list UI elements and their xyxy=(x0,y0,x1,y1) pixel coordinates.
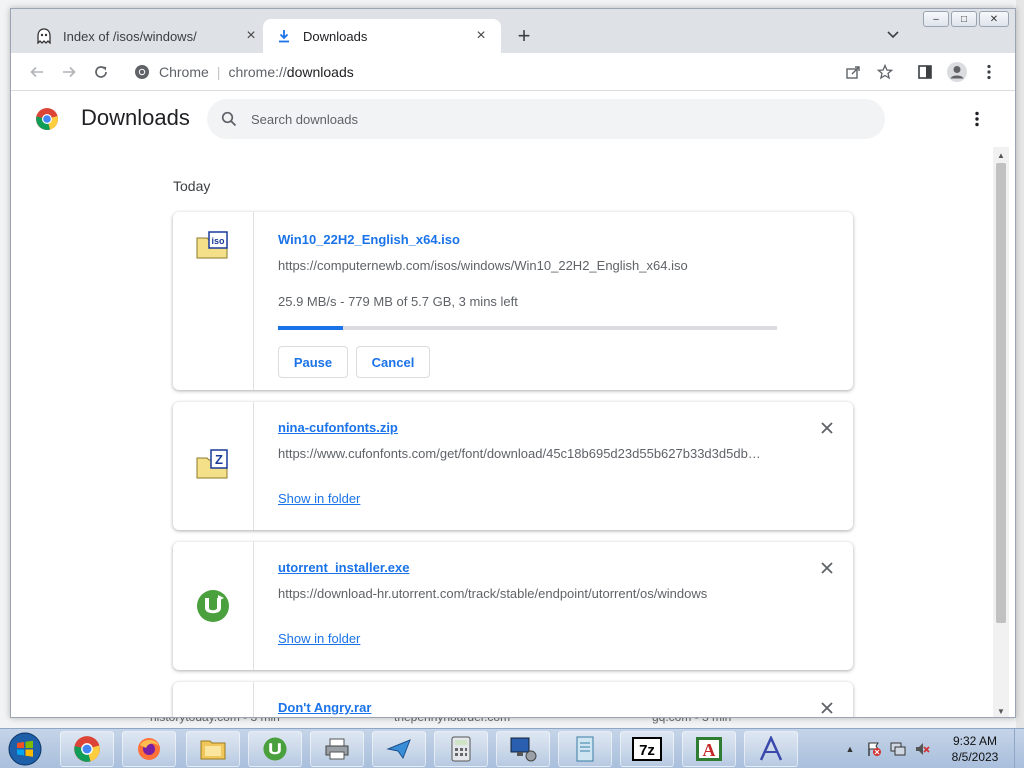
search-icon xyxy=(219,109,239,129)
taskbar: 7z A ▲ 9:32 AM 8/5/2023 xyxy=(0,728,1024,768)
forward-button[interactable] xyxy=(57,60,81,84)
network-icon[interactable] xyxy=(496,731,550,767)
profile-avatar-icon[interactable] xyxy=(945,60,969,84)
font-editor-icon[interactable] xyxy=(744,731,798,767)
download-item: utorrent_installer.exe https://download-… xyxy=(173,542,853,670)
star-bookmark-icon[interactable] xyxy=(873,60,897,84)
omnibox-scheme: chrome:// xyxy=(228,64,287,80)
chrome-taskbar-icon[interactable] xyxy=(60,731,114,767)
reload-button[interactable] xyxy=(89,60,113,84)
address-bar[interactable]: Chrome | chrome:// downloads xyxy=(125,58,885,86)
scrollbar[interactable]: ▲ ▼ xyxy=(993,147,1009,717)
chevron-down-icon[interactable] xyxy=(883,25,903,45)
kebab-menu-icon[interactable] xyxy=(977,60,1001,84)
search-bar[interactable] xyxy=(207,99,885,139)
utorrent-icon xyxy=(195,588,231,624)
search-input[interactable] xyxy=(251,111,851,127)
clock[interactable]: 9:32 AM 8/5/2023 xyxy=(940,733,1010,765)
pause-button[interactable]: Pause xyxy=(278,346,348,378)
tab-title: Index of /isos/windows/ xyxy=(63,28,197,44)
browser-toolbar: Chrome | chrome:// downloads xyxy=(11,53,1015,91)
downloads-header: Downloads xyxy=(11,91,1015,147)
chrome-window: Index of /isos/windows/ × Downloads × + … xyxy=(10,8,1016,718)
iso-file-icon: iso xyxy=(195,228,231,264)
download-item: Z nina-cufonfonts.zip https://www.cufonf… xyxy=(173,402,853,530)
tab-strip: Index of /isos/windows/ × Downloads × + … xyxy=(11,9,1015,53)
progress-bar xyxy=(278,326,777,330)
show-desktop-button[interactable] xyxy=(1014,729,1024,768)
file-name-link[interactable]: Don't Angry.rar xyxy=(278,700,371,715)
file-name-link[interactable]: utorrent_installer.exe xyxy=(278,560,410,575)
omnibox-separator: | xyxy=(216,64,221,80)
cancel-button[interactable]: Cancel xyxy=(356,346,430,378)
clock-time: 9:32 AM xyxy=(952,734,998,748)
clock-date: 8/5/2023 xyxy=(951,750,999,764)
network-status-icon[interactable] xyxy=(890,741,906,757)
close-icon[interactable] xyxy=(819,560,835,576)
close-window-button[interactable]: ✕ xyxy=(979,11,1009,27)
document-icon[interactable] xyxy=(558,731,612,767)
show-in-folder-link[interactable]: Show in folder xyxy=(278,631,360,646)
action-center-flag-icon[interactable] xyxy=(866,741,882,757)
background-window-edge xyxy=(1016,0,1024,728)
show-hidden-icons-button[interactable]: ▲ xyxy=(844,743,856,755)
paper-plane-icon[interactable] xyxy=(372,731,426,767)
svg-text:7z: 7z xyxy=(639,742,655,759)
ghost-favicon-icon xyxy=(35,27,53,45)
file-explorer-icon[interactable] xyxy=(186,731,240,767)
tab-downloads[interactable]: Downloads × xyxy=(263,19,501,53)
calculator-icon[interactable] xyxy=(434,731,488,767)
tab-title: Downloads xyxy=(303,28,368,44)
printer-icon[interactable] xyxy=(310,731,364,767)
close-icon[interactable] xyxy=(819,700,835,716)
file-url[interactable]: https://download-hr.utorrent.com/track/s… xyxy=(278,586,778,601)
side-panel-icon[interactable] xyxy=(913,60,937,84)
date-section-label: Today xyxy=(173,178,211,194)
start-button[interactable] xyxy=(4,731,46,767)
font-app-icon[interactable]: A xyxy=(682,731,736,767)
file-url[interactable]: https://computernewb.com/isos/windows/Wi… xyxy=(278,258,758,273)
file-name-link[interactable]: Win10_22H2_English_x64.iso xyxy=(278,232,460,247)
7zip-icon[interactable]: 7z xyxy=(620,731,674,767)
download-item: iso Win10_22H2_English_x64.iso https://c… xyxy=(173,212,853,390)
scroll-down-arrow-icon[interactable]: ▼ xyxy=(993,705,1009,717)
omnibox-path: downloads xyxy=(286,64,354,80)
svg-text:A: A xyxy=(703,740,716,760)
back-button[interactable] xyxy=(25,60,49,84)
more-actions-icon[interactable] xyxy=(965,107,989,131)
svg-text:iso: iso xyxy=(211,236,225,246)
share-icon[interactable] xyxy=(841,60,865,84)
download-item: Don't Angry.rar xyxy=(173,682,853,717)
firefox-icon[interactable] xyxy=(122,731,176,767)
close-icon[interactable]: × xyxy=(473,27,489,44)
download-status: 25.9 MB/s - 779 MB of 5.7 GB, 3 mins lef… xyxy=(278,294,518,309)
file-name-link[interactable]: nina-cufonfonts.zip xyxy=(278,420,398,435)
scroll-up-arrow-icon[interactable]: ▲ xyxy=(993,149,1009,161)
minimize-button[interactable]: – xyxy=(923,11,949,27)
downloads-page: Downloads Today iso Win10_2 xyxy=(11,91,1015,717)
close-icon[interactable] xyxy=(819,420,835,436)
system-tray: ▲ 9:32 AM 8/5/2023 xyxy=(840,733,1020,765)
file-url[interactable]: https://www.cufonfonts.com/get/font/down… xyxy=(278,446,778,461)
chrome-icon xyxy=(133,63,151,81)
scrollbar-thumb[interactable] xyxy=(996,163,1006,623)
download-icon xyxy=(275,27,293,45)
progress-bar-fill xyxy=(278,326,343,330)
zip-file-icon: Z xyxy=(195,448,231,484)
chrome-logo-icon xyxy=(35,107,59,131)
maximize-button[interactable]: □ xyxy=(951,11,977,27)
file-icon-column xyxy=(173,682,254,717)
close-icon[interactable]: × xyxy=(243,27,259,44)
utorrent-taskbar-icon[interactable] xyxy=(248,731,302,767)
tab-index-isos[interactable]: Index of /isos/windows/ × xyxy=(23,19,271,53)
svg-text:Z: Z xyxy=(215,452,223,467)
show-in-folder-link[interactable]: Show in folder xyxy=(278,491,360,506)
window-controls: – □ ✕ xyxy=(923,11,1009,27)
page-title: Downloads xyxy=(81,105,190,130)
new-tab-button[interactable]: + xyxy=(511,23,537,49)
volume-muted-icon[interactable] xyxy=(914,741,930,757)
omnibox-site-label: Chrome xyxy=(159,64,209,80)
